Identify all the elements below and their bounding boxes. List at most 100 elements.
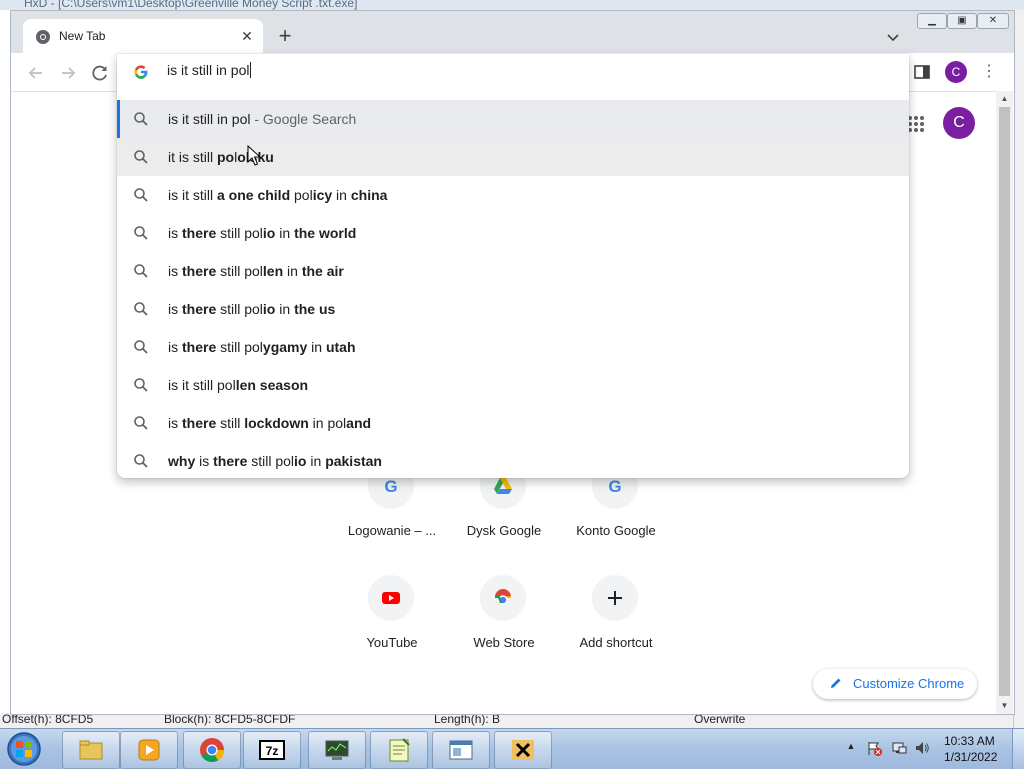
taskbar-hxd-button[interactable]	[494, 731, 552, 769]
chrome-menu-icon[interactable]: ⋮	[981, 62, 997, 82]
suggestion-bold-segment: there	[182, 225, 217, 241]
taskbar-chrome-button[interactable]	[183, 731, 241, 769]
omnibox-suggestion[interactable]: is there still lockdown in poland	[117, 404, 909, 442]
page-scrollbar[interactable]: ▲ ▼	[996, 91, 1013, 714]
omnibox-suggestion[interactable]: is it still in pol - Google Search	[117, 100, 909, 138]
new-tab-button[interactable]: +	[273, 25, 297, 49]
google-apps-icon[interactable]	[907, 115, 925, 133]
taskbar-explorer-button[interactable]	[62, 731, 120, 769]
tab-new-tab[interactable]: New Tab ✕	[23, 19, 263, 53]
omnibox-suggestion[interactable]: is it still pollen season	[117, 366, 909, 404]
omnibox-suggestion[interactable]: it is still pololsku	[117, 138, 909, 176]
search-icon	[134, 340, 148, 354]
suggestion-text: is there still lockdown in poland	[168, 415, 371, 431]
suggestion-segment: pol	[327, 415, 347, 431]
customize-chrome-button[interactable]: Customize Chrome	[813, 669, 977, 699]
shortcut-label: Web Store	[473, 635, 535, 650]
suggestion-bold-segment: there	[182, 339, 217, 355]
scroll-up-arrow-icon[interactable]: ▲	[996, 91, 1013, 107]
omnibox-suggestion[interactable]: is there still polio in the world	[117, 214, 909, 252]
suggestion-bold-segment: len season	[235, 377, 309, 393]
taskbar-media-player-button[interactable]	[120, 731, 178, 769]
window-minimize-button[interactable]: ▁	[917, 13, 947, 29]
suggestion-segment: still	[216, 301, 245, 317]
start-button[interactable]	[4, 731, 44, 767]
suggestion-bold-segment: china	[350, 187, 388, 203]
search-icon	[134, 226, 148, 240]
clock-time[interactable]: 10:33 AM	[944, 734, 995, 748]
search-icon	[134, 188, 148, 202]
7zip-icon: 7z	[259, 740, 285, 760]
scroll-down-arrow-icon[interactable]: ▼	[996, 698, 1013, 714]
tab-search-icon[interactable]	[883, 27, 903, 47]
shortcut-tile-youtube[interactable]: YouTube	[336, 575, 448, 675]
suggestion-bold-segment: the world	[294, 225, 357, 241]
suggestion-bold-segment: and	[346, 415, 372, 431]
suggestion-bold-segment: there	[213, 453, 248, 469]
hxd-icon	[512, 740, 534, 760]
shortcut-tile-web-store[interactable]: Web Store	[448, 575, 560, 675]
tab-close-icon[interactable]: ✕	[237, 26, 257, 46]
show-hidden-icons-arrow-icon[interactable]: ▲	[845, 741, 857, 753]
taskbar-7zip-button[interactable]: 7z	[243, 731, 301, 769]
shortcut-icon-circle	[368, 575, 414, 621]
account-avatar[interactable]: C	[943, 107, 975, 139]
plus-icon	[608, 591, 622, 605]
add-shortcut-tile[interactable]: Add shortcut	[560, 575, 672, 675]
scrollbar-thumb[interactable]	[999, 107, 1010, 696]
suggestion-segment: still	[216, 339, 245, 355]
suggestion-segment: is it still in pol	[168, 111, 251, 127]
background-window-titlebar: HxD - [C:\Users\vm1\Desktop\Greenville M…	[0, 0, 1024, 10]
omnibox-input[interactable]: is it still in pol	[167, 62, 252, 78]
omnibox-suggestion[interactable]: why is there still polio in pakistan	[117, 442, 909, 480]
taskbar-notepad-button[interactable]	[370, 731, 428, 769]
suggestion-bold-segment: there	[182, 301, 217, 317]
chrome-window: New Tab ✕ + ▁ ▣ ✕ C ⋮ C G Logowanie – ..…	[10, 10, 1015, 715]
suggestion-bold-segment: a one child	[217, 187, 295, 203]
suggestion-segment: pol	[244, 301, 263, 317]
omnibox-suggestion[interactable]: is there still polygamy in utah	[117, 328, 909, 366]
omnibox-suggestion[interactable]: is it still a one child policy in china	[117, 176, 909, 214]
suggestion-text: is it still a one child policy in china	[168, 187, 387, 203]
omnibox-suggestion[interactable]: is there still polio in the us	[117, 290, 909, 328]
suggestion-bold-segment: lockdown	[244, 415, 309, 431]
taskbar-monitor-app-button[interactable]	[308, 731, 366, 769]
forward-arrow-icon[interactable]	[55, 60, 81, 86]
suggestion-segment: pol	[244, 339, 263, 355]
address-bar[interactable]: is it still in pol	[117, 54, 909, 89]
suggestion-bold-segment: there	[182, 263, 217, 279]
google-icon	[134, 65, 148, 79]
shortcut-label: YouTube	[366, 635, 418, 650]
shortcut-label: Konto Google	[576, 523, 656, 538]
taskbar-window-app-button[interactable]	[432, 731, 490, 769]
window-maximize-button[interactable]: ▣	[947, 13, 977, 29]
volume-icon[interactable]	[914, 740, 930, 756]
shortcut-icon-circle	[592, 575, 638, 621]
reload-icon[interactable]	[87, 60, 113, 86]
side-panel-icon[interactable]	[913, 63, 931, 81]
suggestion-bold-segment: the us	[294, 301, 336, 317]
suggestion-segment: in	[308, 415, 328, 431]
web-store-icon	[495, 589, 511, 605]
omnibox-suggestion[interactable]: is there still pollen in the air	[117, 252, 909, 290]
back-arrow-icon[interactable]	[23, 60, 49, 86]
profile-avatar-button[interactable]: C	[945, 61, 967, 83]
pencil-icon	[831, 678, 841, 688]
customize-chrome-label: Customize Chrome	[853, 676, 965, 691]
show-desktop-button[interactable]	[1012, 729, 1024, 769]
suggestion-text: is there still pollen in the air	[168, 263, 344, 279]
search-icon	[134, 378, 148, 392]
mouse-pointer-icon	[247, 145, 261, 166]
shortcut-label: Logowanie – ...	[347, 523, 437, 538]
suggestion-bold-segment: io	[262, 301, 276, 317]
window-close-button[interactable]: ✕	[977, 13, 1009, 29]
search-icon	[134, 454, 148, 468]
suggestion-bold-segment: there	[182, 415, 217, 431]
window-app-icon	[449, 740, 473, 760]
clock-date[interactable]: 1/31/2022	[944, 750, 997, 764]
search-icon	[134, 302, 148, 316]
action-center-flag-icon[interactable]	[866, 740, 882, 756]
hxd-status-bar: Offset(h): 8CFD5 Block(h): 8CFD5-8CFDF L…	[0, 712, 1013, 728]
network-icon[interactable]	[891, 740, 907, 756]
suggestion-text: is it still in pol - Google Search	[168, 111, 356, 127]
